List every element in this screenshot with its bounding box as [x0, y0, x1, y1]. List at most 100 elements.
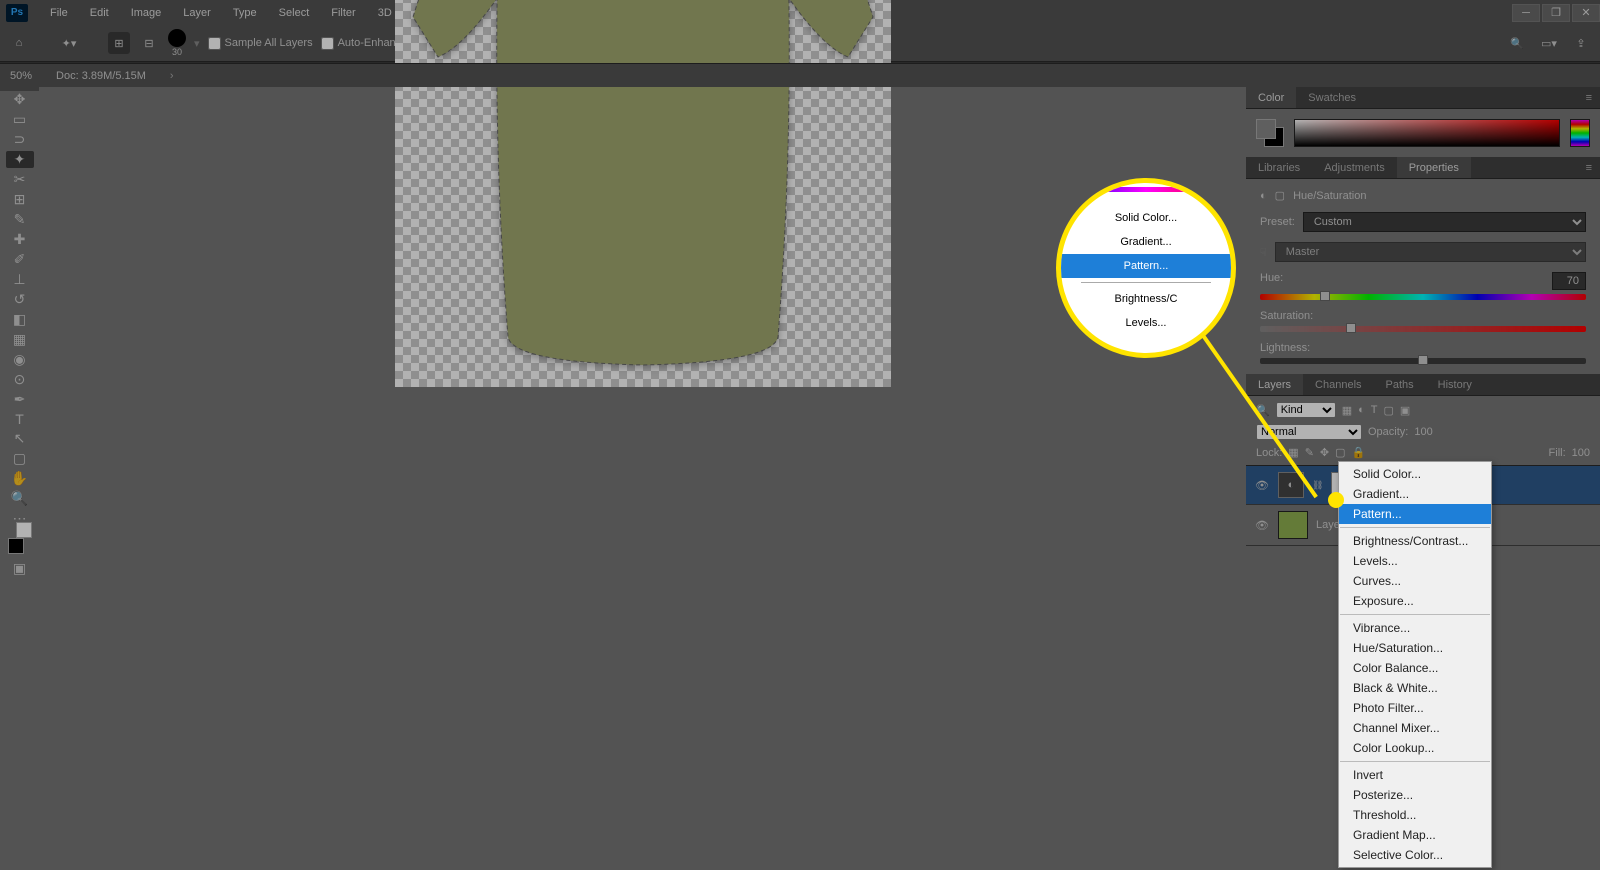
panel-menu-icon[interactable]: ≡: [1578, 88, 1600, 108]
lock-position-icon[interactable]: ✎: [1305, 446, 1314, 459]
doc-info-caret-icon[interactable]: ›: [170, 70, 174, 82]
quick-select-tool[interactable]: ✦: [6, 151, 34, 168]
layer-filter-dropdown[interactable]: Kind: [1276, 402, 1336, 418]
crop-tool[interactable]: ✂: [6, 171, 34, 188]
context-menu-item[interactable]: Hue/Saturation...: [1339, 638, 1491, 658]
hand-tool[interactable]: ✋: [6, 470, 34, 487]
filter-adjust-icon[interactable]: ◐: [1358, 404, 1365, 416]
history-brush-tool[interactable]: ↺: [6, 291, 34, 308]
context-menu-item[interactable]: Invert: [1339, 765, 1491, 785]
blur-tool[interactable]: ◉: [6, 351, 34, 368]
context-menu-item[interactable]: Pattern...: [1339, 504, 1491, 524]
subtract-selection-icon[interactable]: ⊟: [138, 32, 160, 54]
context-menu-item[interactable]: Photo Filter...: [1339, 698, 1491, 718]
context-menu-item[interactable]: Exposure...: [1339, 591, 1491, 611]
fg-bg-selector[interactable]: [1256, 119, 1284, 147]
screenmode-tool[interactable]: ▣: [6, 560, 34, 577]
gradient-tool[interactable]: ▦: [6, 331, 34, 348]
pen-tool[interactable]: ✒: [6, 391, 34, 408]
tab-adjustments[interactable]: Adjustments: [1312, 157, 1397, 178]
context-menu-item[interactable]: Color Lookup...: [1339, 738, 1491, 758]
workspace-icon[interactable]: ▭▾: [1538, 32, 1560, 54]
fill-value[interactable]: 100: [1572, 447, 1590, 459]
saturation-slider-track[interactable]: [1260, 326, 1586, 332]
foreground-swatch[interactable]: [8, 538, 24, 554]
lock-artboard-icon[interactable]: ▢: [1335, 446, 1345, 459]
brush-preview-icon[interactable]: [168, 29, 186, 47]
tab-libraries[interactable]: Libraries: [1246, 157, 1312, 178]
menu-select[interactable]: Select: [269, 3, 320, 23]
hue-slider-track[interactable]: [1260, 294, 1586, 300]
tab-channels[interactable]: Channels: [1303, 374, 1373, 395]
move-tool[interactable]: ✥: [6, 91, 34, 108]
context-menu-item[interactable]: Black & White...: [1339, 678, 1491, 698]
context-menu-item[interactable]: Threshold...: [1339, 805, 1491, 825]
frame-tool[interactable]: ⊞: [6, 191, 34, 208]
filter-type-icon[interactable]: T: [1371, 404, 1378, 416]
filter-smart-icon[interactable]: ▣: [1400, 404, 1410, 417]
tab-swatches[interactable]: Swatches: [1296, 87, 1368, 108]
zoom-tool[interactable]: 🔍: [6, 490, 34, 507]
tab-history[interactable]: History: [1426, 374, 1484, 395]
link-icon[interactable]: ⛓: [1312, 480, 1323, 491]
zoom-level[interactable]: 50%: [10, 70, 32, 82]
brush-tool[interactable]: ✐: [6, 251, 34, 268]
background-swatch[interactable]: [16, 522, 32, 538]
target-dropdown[interactable]: Master: [1275, 242, 1586, 262]
sample-all-layers-checkbox[interactable]: Sample All Layers: [208, 37, 313, 50]
menu-layer[interactable]: Layer: [173, 3, 221, 23]
stamp-tool[interactable]: ⊥: [6, 271, 34, 288]
context-menu-item[interactable]: Color Balance...: [1339, 658, 1491, 678]
healing-tool[interactable]: ✚: [6, 231, 34, 248]
hue-input[interactable]: [1552, 272, 1586, 290]
eyedropper-tool[interactable]: ✎: [6, 211, 34, 228]
tab-layers[interactable]: Layers: [1246, 374, 1303, 395]
menu-filter[interactable]: Filter: [321, 3, 365, 23]
lightness-slider-track[interactable]: [1260, 358, 1586, 364]
share-icon[interactable]: ⇪: [1570, 32, 1592, 54]
lock-move-icon[interactable]: ✥: [1320, 446, 1329, 459]
maximize-button[interactable]: ❐: [1542, 4, 1570, 22]
menu-file[interactable]: File: [40, 3, 78, 23]
home-icon[interactable]: ⌂: [8, 32, 30, 54]
context-menu-item[interactable]: Solid Color...: [1339, 464, 1491, 484]
doc-info[interactable]: Doc: 3.89M/5.15M: [56, 70, 146, 82]
tab-color[interactable]: Color: [1246, 87, 1296, 108]
panel-menu-icon[interactable]: ≡: [1578, 158, 1600, 178]
context-menu-item[interactable]: Posterize...: [1339, 785, 1491, 805]
preset-dropdown[interactable]: Custom: [1303, 212, 1586, 232]
search-icon[interactable]: 🔍: [1506, 32, 1528, 54]
context-menu-item[interactable]: Vibrance...: [1339, 618, 1491, 638]
target-hand-icon[interactable]: ☟: [1260, 246, 1267, 259]
context-menu-item[interactable]: Gradient Map...: [1339, 825, 1491, 845]
filter-image-icon[interactable]: ▦: [1342, 404, 1352, 417]
quick-select-icon[interactable]: ✦▾: [58, 32, 80, 54]
color-field[interactable]: [1294, 119, 1560, 147]
add-selection-icon[interactable]: ⊞: [108, 32, 130, 54]
context-menu-item[interactable]: Curves...: [1339, 571, 1491, 591]
menu-type[interactable]: Type: [223, 3, 267, 23]
tab-paths[interactable]: Paths: [1374, 374, 1426, 395]
context-menu-item[interactable]: Gradient...: [1339, 484, 1491, 504]
lock-all-icon[interactable]: 🔒: [1352, 446, 1366, 459]
path-select-tool[interactable]: ↖: [6, 430, 34, 447]
context-menu-item[interactable]: Selective Color...: [1339, 845, 1491, 865]
hue-slider[interactable]: [1570, 119, 1590, 147]
context-menu-item[interactable]: Brightness/Contrast...: [1339, 531, 1491, 551]
lasso-tool[interactable]: ⊃: [6, 131, 34, 148]
tab-properties[interactable]: Properties: [1397, 157, 1471, 178]
eraser-tool[interactable]: ◧: [6, 311, 34, 328]
close-button[interactable]: ✕: [1572, 4, 1600, 22]
opacity-value[interactable]: 100: [1414, 426, 1432, 438]
menu-edit[interactable]: Edit: [80, 3, 119, 23]
visibility-icon[interactable]: 👁: [1254, 519, 1270, 532]
context-menu-item[interactable]: Levels...: [1339, 551, 1491, 571]
type-tool[interactable]: T: [6, 411, 34, 427]
context-menu-item[interactable]: Channel Mixer...: [1339, 718, 1491, 738]
filter-shape-icon[interactable]: ▢: [1384, 404, 1394, 417]
minimize-button[interactable]: ─: [1512, 4, 1540, 22]
document-canvas[interactable]: [395, 0, 891, 387]
menu-image[interactable]: Image: [121, 3, 172, 23]
shape-tool[interactable]: ▢: [6, 450, 34, 467]
marquee-tool[interactable]: ▭: [6, 111, 34, 128]
